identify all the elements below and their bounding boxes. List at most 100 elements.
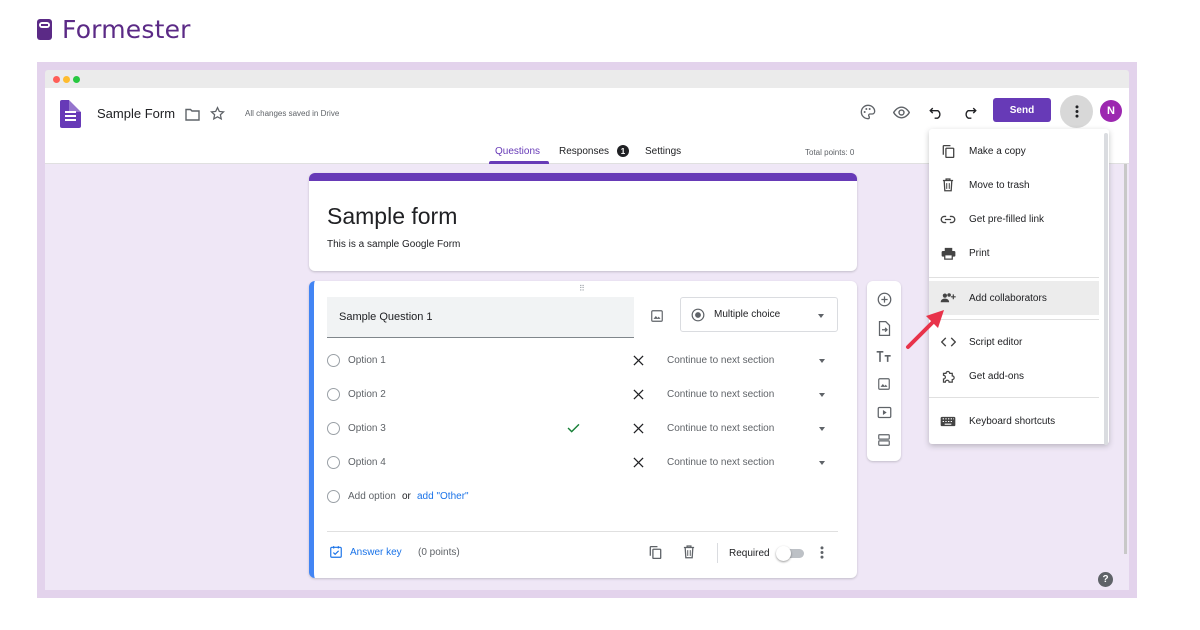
folder-icon[interactable] <box>184 106 200 122</box>
menu-item-keyboard-shortcuts[interactable]: Keyboard shortcuts <box>929 404 1099 438</box>
preview-eye-icon[interactable] <box>892 103 910 121</box>
required-label: Required <box>729 548 770 559</box>
remove-option-icon[interactable] <box>631 421 645 435</box>
form-description[interactable]: This is a sample Google Form <box>327 239 460 250</box>
tab-questions[interactable]: Questions <box>495 146 540 157</box>
menu-item-label: Move to trash <box>969 180 1030 191</box>
add-title-icon[interactable] <box>876 348 892 364</box>
add-image-icon[interactable] <box>649 308 665 324</box>
more-vert-icon <box>1075 105 1078 118</box>
required-toggle[interactable] <box>776 546 804 561</box>
import-questions-icon[interactable] <box>876 320 892 336</box>
menu-item-print[interactable]: Print <box>929 236 1099 270</box>
form-title[interactable]: Sample form <box>327 203 457 230</box>
send-button[interactable]: Send <box>993 98 1051 122</box>
screenshot-frame: Sample Form All changes saved in Drive S… <box>37 62 1137 598</box>
active-tab-indicator <box>489 161 549 164</box>
more-options-button[interactable] <box>1060 95 1093 128</box>
formester-brand-name: Formester <box>62 14 191 44</box>
question-title-field[interactable]: Sample Question 1 <box>327 297 634 338</box>
question-toolbar <box>867 281 901 461</box>
redo-icon[interactable] <box>960 103 978 121</box>
add-video-icon[interactable] <box>876 404 892 420</box>
menu-scrollbar[interactable] <box>1104 133 1108 445</box>
remove-option-icon[interactable] <box>631 455 645 469</box>
menu-item-label: Get add-ons <box>969 371 1025 382</box>
formester-logo: Formester <box>37 14 191 44</box>
question-points: (0 points) <box>418 547 460 558</box>
go-to-section-select[interactable]: Continue to next section <box>667 457 774 468</box>
chevron-down-icon <box>819 427 825 431</box>
menu-divider <box>929 319 1099 320</box>
copy-icon <box>939 143 957 159</box>
window-chrome <box>45 70 1129 88</box>
menu-item-get-add-ons[interactable]: Get add-ons <box>929 359 1099 393</box>
tab-responses[interactable]: Responses <box>559 146 609 157</box>
responses-count-badge: 1 <box>617 145 629 157</box>
menu-item-script-editor[interactable]: Script editor <box>929 325 1099 359</box>
option-radio <box>327 388 340 401</box>
question-card[interactable]: ⠿ Sample Question 1 Multiple choice Opti… <box>309 281 857 578</box>
help-button[interactable]: ? <box>1098 572 1113 587</box>
menu-item-add-collaborators[interactable]: Add collaborators <box>929 281 1099 315</box>
maximize-window-dot[interactable] <box>73 76 80 83</box>
remove-option-icon[interactable] <box>631 387 645 401</box>
divider <box>327 531 838 532</box>
menu-item-label: Add collaborators <box>969 293 1047 304</box>
chevron-down-icon <box>819 393 825 397</box>
trash-icon <box>939 177 957 193</box>
answer-key-icon[interactable] <box>328 544 344 560</box>
more-options-menu: Make a copy Move to trash Get pre-filled… <box>929 129 1109 445</box>
total-points: Total points: 0 <box>805 148 855 157</box>
formester-logo-icon <box>37 18 52 40</box>
tab-settings[interactable]: Settings <box>645 146 681 157</box>
divider <box>717 543 718 563</box>
undo-icon[interactable] <box>927 103 945 121</box>
option-label[interactable]: Option 2 <box>348 389 386 400</box>
chevron-down-icon <box>818 314 824 318</box>
puzzle-icon <box>939 368 957 384</box>
option-radio <box>327 490 340 503</box>
star-icon[interactable] <box>209 105 225 121</box>
option-label[interactable]: Option 3 <box>348 423 386 434</box>
menu-item-move-to-trash[interactable]: Move to trash <box>929 168 1099 202</box>
delete-icon[interactable] <box>681 544 697 560</box>
go-to-section-select[interactable]: Continue to next section <box>667 423 774 434</box>
add-option-link[interactable]: Add option <box>348 491 396 502</box>
drag-handle-icon[interactable]: ⠿ <box>579 284 586 293</box>
avatar[interactable]: N <box>1100 100 1122 122</box>
close-window-dot[interactable] <box>53 76 60 83</box>
menu-divider <box>929 397 1099 398</box>
minimize-window-dot[interactable] <box>63 76 70 83</box>
add-other-link[interactable]: add "Other" <box>417 491 469 502</box>
add-image-icon[interactable] <box>876 376 892 392</box>
form-title-card[interactable]: Sample form This is a sample Google Form <box>309 173 857 271</box>
chevron-down-icon <box>819 359 825 363</box>
option-label[interactable]: Option 4 <box>348 457 386 468</box>
menu-item-label: Print <box>969 248 990 259</box>
print-icon <box>939 245 957 261</box>
menu-item-make-a-copy[interactable]: Make a copy <box>929 134 1099 168</box>
go-to-section-select[interactable]: Continue to next section <box>667 355 774 366</box>
go-to-section-select[interactable]: Continue to next section <box>667 389 774 400</box>
radio-checked-icon <box>690 307 705 322</box>
palette-icon[interactable] <box>859 103 877 121</box>
remove-option-icon[interactable] <box>631 353 645 367</box>
question-type-label: Multiple choice <box>714 309 781 320</box>
add-question-icon[interactable] <box>876 291 892 307</box>
question-title: Sample Question 1 <box>339 311 433 323</box>
window-scrollbar[interactable] <box>1124 164 1127 554</box>
question-more-icon[interactable] <box>817 544 827 560</box>
add-section-icon[interactable] <box>876 432 892 448</box>
menu-item-get-pre-filled-link[interactable]: Get pre-filled link <box>929 202 1099 236</box>
option-radio <box>327 354 340 367</box>
form-doc-title[interactable]: Sample Form <box>97 106 175 121</box>
option-radio <box>327 456 340 469</box>
question-type-dropdown[interactable]: Multiple choice <box>680 297 838 332</box>
google-forms-icon[interactable] <box>60 100 81 128</box>
link-icon <box>939 211 957 227</box>
answer-key-button[interactable]: Answer key <box>350 547 402 558</box>
option-label[interactable]: Option 1 <box>348 355 386 366</box>
duplicate-icon[interactable] <box>647 544 663 560</box>
annotation-arrow-icon <box>906 310 944 349</box>
